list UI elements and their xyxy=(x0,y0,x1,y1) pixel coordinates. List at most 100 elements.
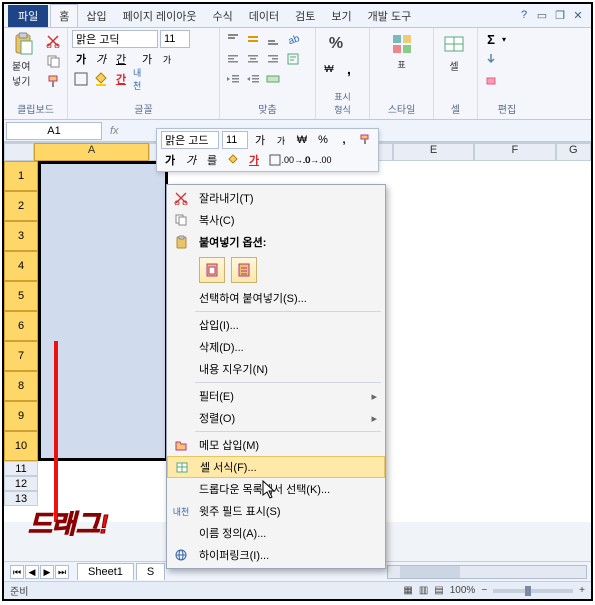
fill-button[interactable] xyxy=(482,50,500,68)
sheet-nav-prev[interactable]: ◀ xyxy=(25,565,39,579)
cm-delete[interactable]: 삭제(D)... xyxy=(167,336,385,358)
view-normal-icon[interactable]: ▦ xyxy=(403,585,412,596)
cond-format-button[interactable]: 표 xyxy=(386,30,418,73)
tab-insert[interactable]: 삽입 xyxy=(78,5,114,27)
font-size-select[interactable] xyxy=(160,30,190,48)
tab-developer[interactable]: 개발 도구 xyxy=(360,5,420,27)
underline-button[interactable]: 간 xyxy=(112,50,130,68)
row-header-11[interactable]: 11 xyxy=(4,461,38,476)
mini-comma[interactable]: , xyxy=(335,131,353,149)
paste-button[interactable]: 붙여넣기 xyxy=(8,30,40,90)
cm-filter[interactable]: 필터(E)▸ xyxy=(167,385,385,407)
sheet-tab-1[interactable]: Sheet1 xyxy=(77,563,134,580)
cells-button[interactable]: 셀 xyxy=(438,30,470,75)
wrap-text-button[interactable] xyxy=(284,50,302,68)
fill-color-button[interactable] xyxy=(92,70,110,88)
currency-button[interactable]: ₩ xyxy=(320,60,338,78)
row-header-9[interactable]: 9 xyxy=(4,401,38,431)
align-top-button[interactable] xyxy=(224,30,242,48)
sheet-nav-next[interactable]: ▶ xyxy=(40,565,54,579)
zoom-in-button[interactable]: + xyxy=(579,585,585,596)
minimize-ribbon-icon[interactable]: ▭ xyxy=(535,9,549,22)
border-button[interactable] xyxy=(72,70,90,88)
align-middle-button[interactable] xyxy=(244,30,262,48)
row-header-1[interactable]: 1 xyxy=(4,161,38,191)
mini-fill-color[interactable] xyxy=(224,151,242,169)
autosum-button[interactable]: Σ xyxy=(482,30,500,48)
row-header-7[interactable]: 7 xyxy=(4,341,38,371)
mini-grow-font[interactable]: 가 xyxy=(251,131,269,149)
row-header-6[interactable]: 6 xyxy=(4,311,38,341)
mini-currency[interactable]: ₩ xyxy=(293,131,311,149)
mini-align-center[interactable]: 를 xyxy=(203,151,221,169)
increase-indent-button[interactable] xyxy=(244,70,262,88)
help-icon[interactable]: ? xyxy=(517,9,531,22)
align-right-button[interactable] xyxy=(264,50,282,68)
sheet-nav-last[interactable]: ⏭ xyxy=(55,565,69,579)
tab-pagelayout[interactable]: 페이지 레이아웃 xyxy=(115,5,205,27)
row-header-3[interactable]: 3 xyxy=(4,221,38,251)
row-header-4[interactable]: 4 xyxy=(4,251,38,281)
clear-button[interactable] xyxy=(482,70,500,88)
row-header-5[interactable]: 5 xyxy=(4,281,38,311)
paste-option-2[interactable] xyxy=(231,257,257,283)
zoom-out-button[interactable]: − xyxy=(481,585,487,596)
mini-bold[interactable]: 가 xyxy=(161,151,179,169)
copy-icon[interactable] xyxy=(44,52,62,70)
cm-paste-special[interactable]: 선택하여 붙여넣기(S)... xyxy=(167,287,385,309)
sheet-tab-2[interactable]: S xyxy=(136,563,165,580)
view-layout-icon[interactable]: ▥ xyxy=(419,585,428,596)
font-name-select[interactable] xyxy=(72,30,158,48)
restore-window-icon[interactable]: ❐ xyxy=(553,9,567,22)
cm-insert-comment[interactable]: 메모 삽입(M) xyxy=(167,434,385,456)
mini-format-painter-icon[interactable] xyxy=(356,131,374,149)
merge-button[interactable] xyxy=(264,70,282,88)
mini-font-size[interactable] xyxy=(222,131,248,149)
row-header-10[interactable]: 10 xyxy=(4,431,38,461)
italic-button[interactable]: 가 xyxy=(92,50,110,68)
tab-review[interactable]: 검토 xyxy=(287,5,323,27)
mini-font-color[interactable]: 가 xyxy=(245,151,263,169)
col-header-A[interactable]: A xyxy=(34,143,149,161)
mini-increase-decimal[interactable]: .0→.00 xyxy=(308,151,326,169)
select-all-corner[interactable] xyxy=(4,143,34,161)
row-header-12[interactable]: 12 xyxy=(4,476,38,491)
bold-button[interactable]: 가 xyxy=(72,50,90,68)
decrease-indent-button[interactable] xyxy=(224,70,242,88)
cm-define-name[interactable]: 이름 정의(A)... xyxy=(167,522,385,544)
name-box[interactable]: A1 xyxy=(6,122,102,140)
row-header-8[interactable]: 8 xyxy=(4,371,38,401)
align-bottom-button[interactable] xyxy=(264,30,282,48)
col-header-G[interactable]: G xyxy=(556,143,591,161)
cm-insert[interactable]: 삽입(I)... xyxy=(167,314,385,336)
horizontal-scrollbar[interactable] xyxy=(387,565,587,579)
cm-phonetic[interactable]: 내천윗주 필드 표시(S) xyxy=(167,500,385,522)
mini-percent[interactable]: % xyxy=(314,131,332,149)
sheet-nav-first[interactable]: ⏮ xyxy=(10,565,24,579)
col-header-E[interactable]: E xyxy=(393,143,474,161)
tab-data[interactable]: 데이터 xyxy=(241,5,287,27)
align-left-button[interactable] xyxy=(224,50,242,68)
cm-cut[interactable]: 잘라내기(T) xyxy=(167,187,385,209)
tab-file[interactable]: 파일 xyxy=(8,5,48,27)
mini-shrink-font[interactable]: 가 xyxy=(272,131,290,149)
cut-icon[interactable] xyxy=(44,32,62,50)
zoom-slider[interactable] xyxy=(493,589,573,593)
paste-option-1[interactable] xyxy=(199,257,225,283)
close-window-icon[interactable]: ✕ xyxy=(571,9,585,22)
format-painter-icon[interactable] xyxy=(44,72,62,90)
number-format-button[interactable]: % xyxy=(320,30,352,58)
zoom-level[interactable]: 100% xyxy=(450,585,476,596)
align-center-button[interactable] xyxy=(244,50,262,68)
tab-view[interactable]: 보기 xyxy=(323,5,359,27)
cm-clear[interactable]: 내용 지우기(N) xyxy=(167,358,385,380)
font-color-button[interactable]: 간 xyxy=(112,70,130,88)
tab-formulas[interactable]: 수식 xyxy=(205,5,241,27)
comma-button[interactable]: , xyxy=(340,60,358,78)
col-header-F[interactable]: F xyxy=(474,143,555,161)
fx-icon[interactable]: fx xyxy=(104,125,125,137)
cm-format-cells[interactable]: 셀 서식(F)... xyxy=(167,456,385,478)
row-header-2[interactable]: 2 xyxy=(4,191,38,221)
mini-font-name[interactable] xyxy=(161,131,219,149)
cm-hyperlink[interactable]: 하이퍼링크(I)... xyxy=(167,544,385,566)
